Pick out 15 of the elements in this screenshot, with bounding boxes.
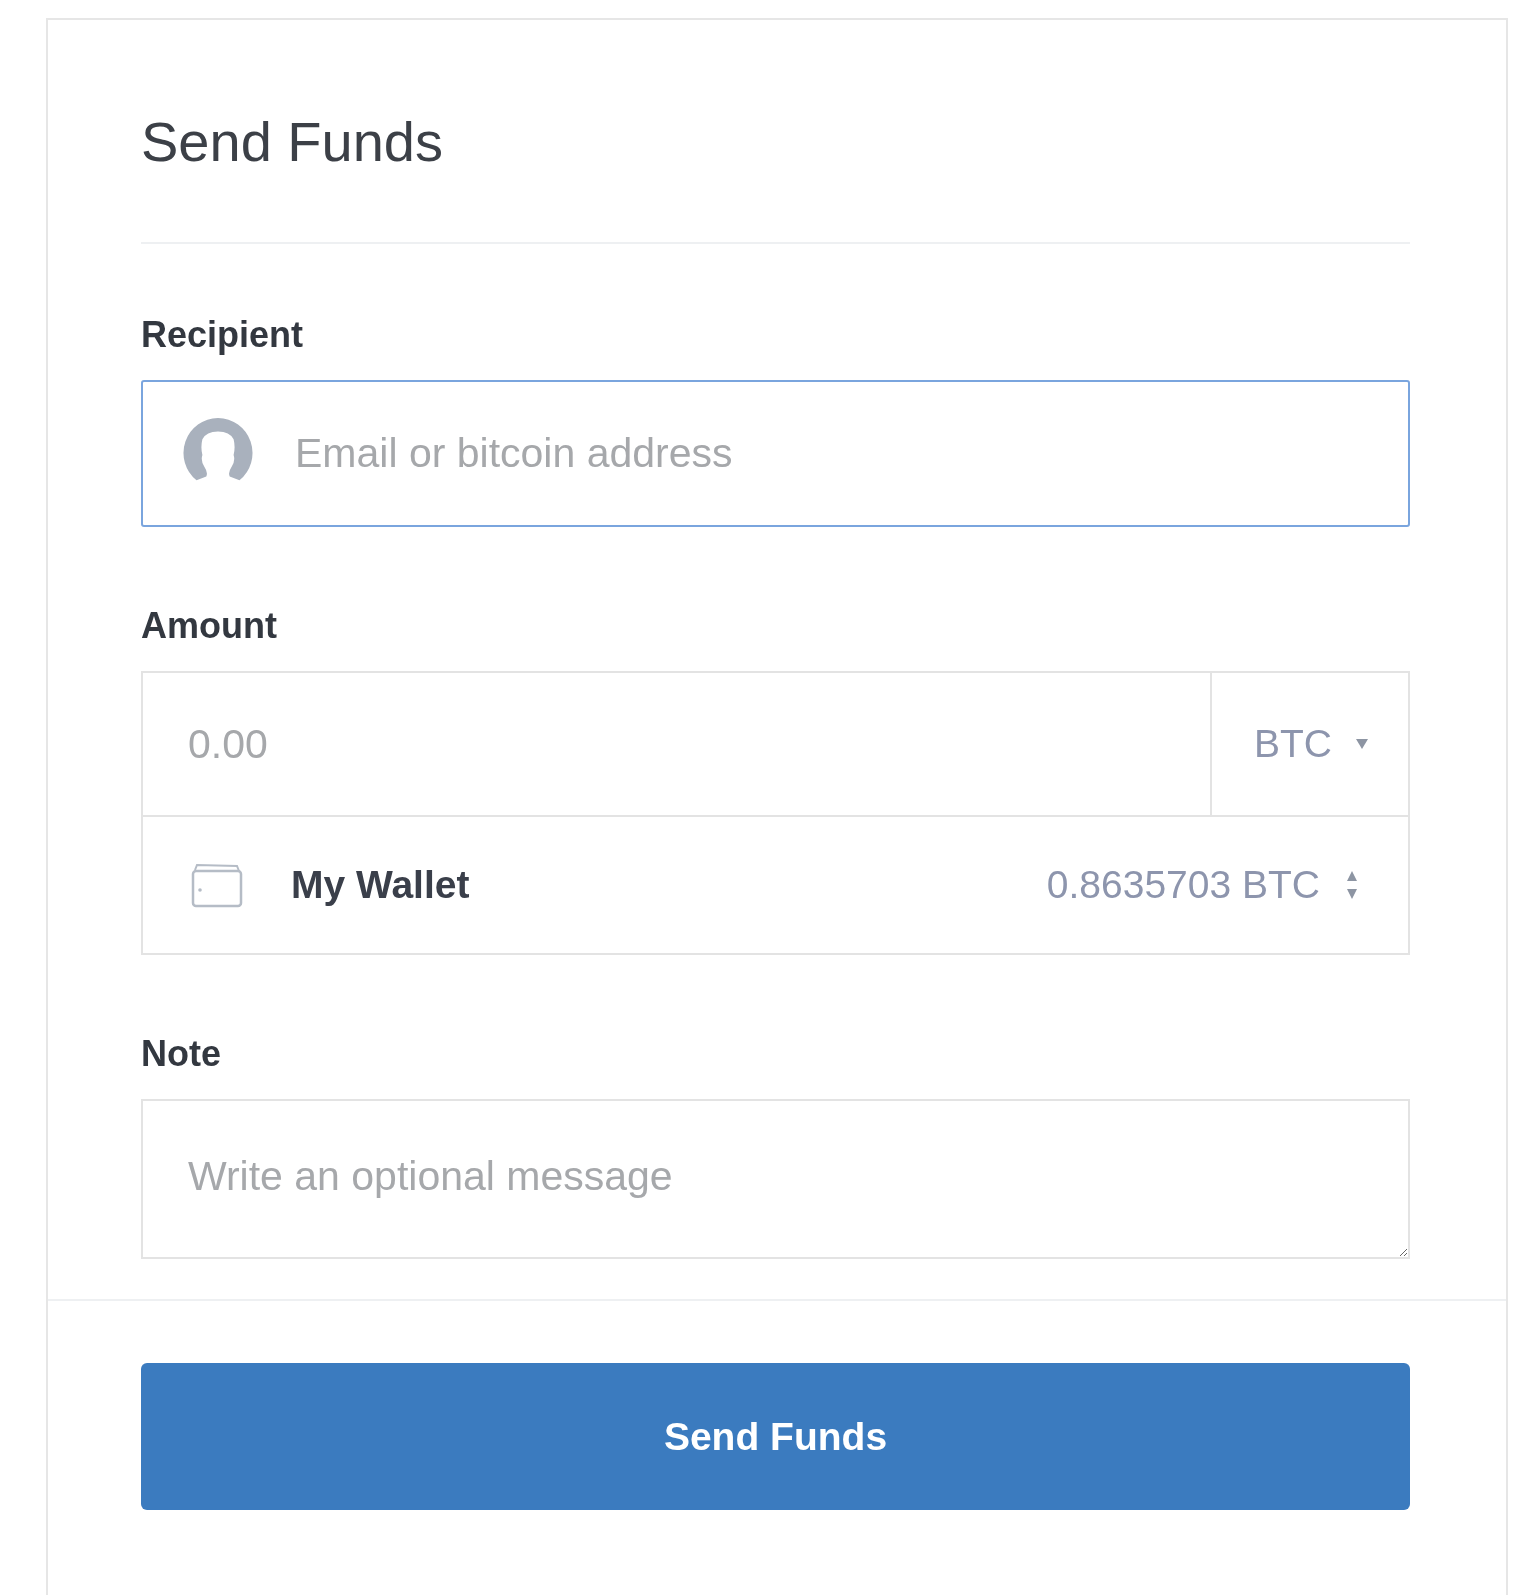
wallet-name: My Wallet	[291, 863, 471, 907]
recipient-field[interactable]: Email or bitcoin address	[141, 380, 1410, 527]
field-label: Amount	[141, 605, 278, 647]
field-label: Recipient	[141, 314, 305, 356]
note-field[interactable]: Write an optional message	[141, 1099, 1410, 1259]
amount-field[interactable]: 0.00	[141, 671, 1212, 817]
caret-icon	[1356, 739, 1368, 749]
form-title: Send Funds	[141, 114, 444, 170]
wallet-selector[interactable]: My Wallet 0.8635703 BTC	[141, 817, 1410, 955]
wallet-balance: 0.8635703 BTC	[1046, 863, 1320, 907]
field-label: Note	[141, 1033, 222, 1075]
sort-arrows-icon	[1346, 870, 1358, 900]
wallet-icon	[191, 862, 243, 908]
send-funds-button[interactable]: Send Funds	[141, 1363, 1410, 1510]
currency-dropdown[interactable]: BTC	[1212, 671, 1410, 817]
